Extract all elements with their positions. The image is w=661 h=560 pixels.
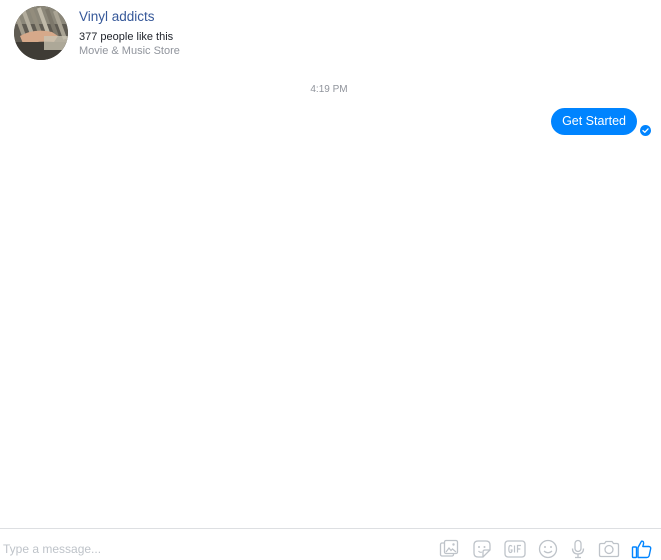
gif-button[interactable] xyxy=(504,539,526,559)
emoji-button[interactable] xyxy=(538,539,558,559)
page-name[interactable]: Vinyl addicts xyxy=(79,9,155,25)
message-composer xyxy=(0,528,661,560)
message-input[interactable] xyxy=(0,539,423,559)
gif-icon xyxy=(504,540,526,558)
like-icon xyxy=(631,540,652,559)
like-button[interactable] xyxy=(631,539,653,559)
image-icon xyxy=(439,539,459,557)
sent-check-icon xyxy=(640,125,651,136)
microphone-icon xyxy=(571,539,585,559)
conversation-header: Vinyl addicts 377 people like this Movie… xyxy=(0,0,661,70)
camera-icon xyxy=(598,540,620,558)
likes-count: 377 people like this xyxy=(79,31,174,43)
sticker-icon xyxy=(473,540,491,558)
avatar-image xyxy=(14,6,68,60)
message-timestamp: 4:19 PM xyxy=(310,84,348,95)
emoji-icon xyxy=(538,539,558,559)
camera-button[interactable] xyxy=(598,539,620,559)
sticker-button[interactable] xyxy=(472,539,492,559)
voice-button[interactable] xyxy=(570,539,586,559)
image-button[interactable] xyxy=(439,539,459,559)
page-category: Movie & Music Store xyxy=(79,45,180,57)
page-avatar[interactable] xyxy=(14,6,68,60)
message-bubble[interactable]: Get Started xyxy=(551,108,637,135)
